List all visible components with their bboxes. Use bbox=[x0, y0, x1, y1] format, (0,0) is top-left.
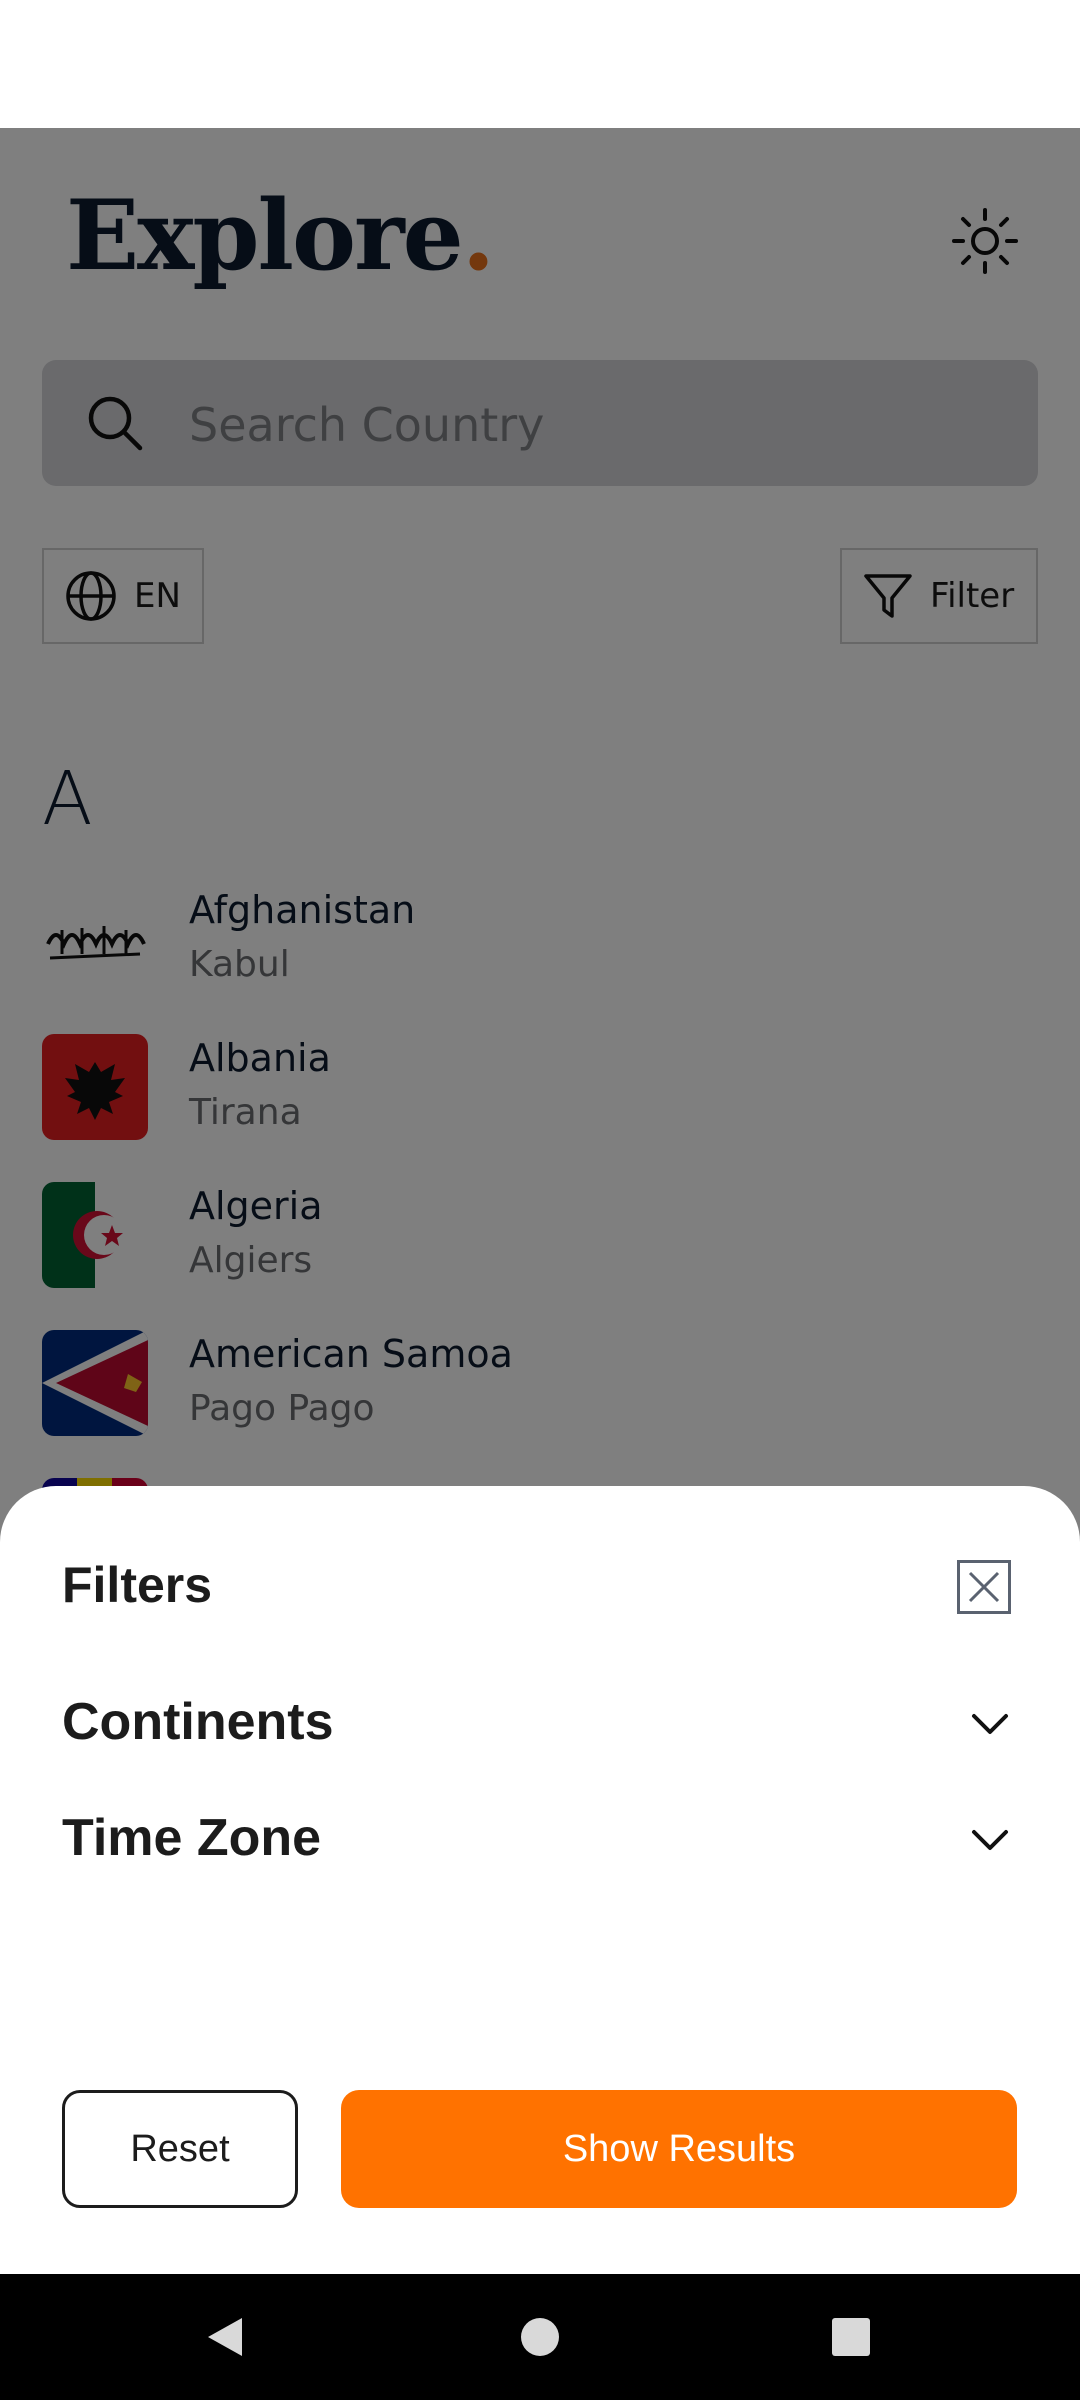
accordion-label: Time Zone bbox=[62, 1809, 322, 1867]
accordion-label: Continents bbox=[62, 1693, 334, 1751]
chevron-down-icon bbox=[972, 1830, 1008, 1850]
recents-icon[interactable] bbox=[826, 2312, 876, 2362]
filters-bottom-sheet: Filters Continents Time Zone Reset Show … bbox=[0, 1486, 1080, 2274]
close-button[interactable] bbox=[957, 1560, 1011, 1614]
time-zone-accordion[interactable]: Time Zone bbox=[62, 1802, 1012, 1882]
back-icon[interactable] bbox=[200, 2312, 250, 2362]
status-bar bbox=[0, 0, 1080, 128]
chevron-down-icon bbox=[972, 1714, 1008, 1734]
close-icon bbox=[968, 1571, 1000, 1603]
reset-button[interactable]: Reset bbox=[62, 2090, 298, 2208]
system-navigation-bar bbox=[0, 2274, 1080, 2400]
home-icon[interactable] bbox=[515, 2312, 565, 2362]
show-results-button[interactable]: Show Results bbox=[341, 2090, 1017, 2208]
continents-accordion[interactable]: Continents bbox=[62, 1686, 1012, 1766]
sheet-title: Filters bbox=[62, 1557, 213, 1613]
